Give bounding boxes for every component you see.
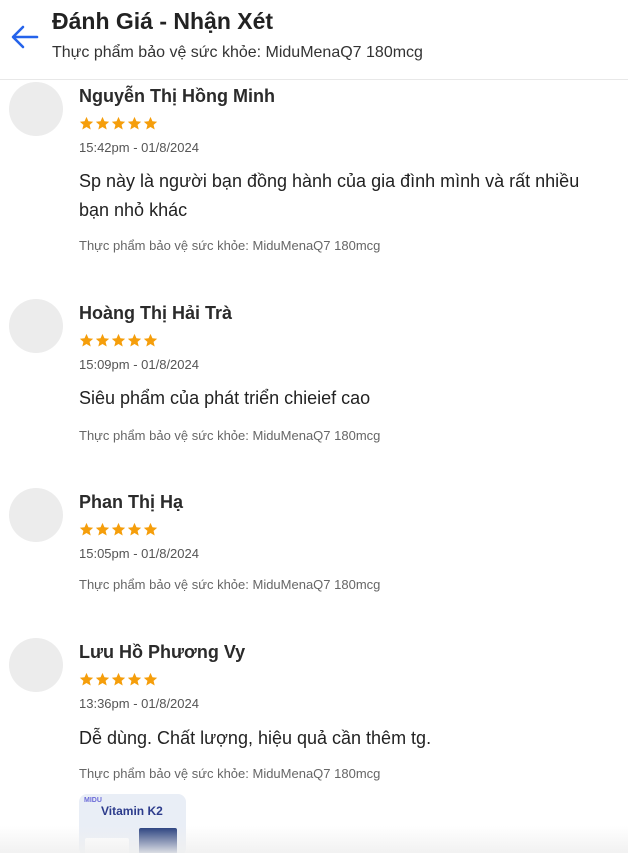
rating-stars xyxy=(79,116,158,134)
review-time: 15:42pm - 01/8/2024 xyxy=(79,140,199,155)
avatar xyxy=(9,299,63,353)
review-comment: Dễ dùng. Chất lượng, hiệu quả cần thêm t… xyxy=(79,728,432,748)
review-product: Thực phẩm bảo vệ sức khỏe: MiduMenaQ7 18… xyxy=(79,428,381,443)
star-icon xyxy=(79,333,94,347)
reviewer-name: Nguyễn Thị Hồng Minh xyxy=(79,86,275,106)
star-icon xyxy=(111,672,126,686)
review-time: 15:09pm - 01/8/2024 xyxy=(79,357,199,372)
star-icon xyxy=(111,333,126,347)
page-header: Đánh Giá - Nhận Xét Thực phẩm bảo vệ sức… xyxy=(0,0,628,80)
avatar xyxy=(9,82,63,136)
star-icon xyxy=(127,116,142,130)
arrow-left-icon xyxy=(11,25,39,49)
star-icon xyxy=(143,333,158,347)
star-icon xyxy=(95,116,110,130)
star-icon xyxy=(143,672,158,686)
star-icon xyxy=(143,116,158,130)
star-icon xyxy=(111,522,126,536)
product-subtitle: Thực phẩm bảo vệ sức khỏe: MiduMenaQ7 18… xyxy=(52,44,423,61)
review-time: 13:36pm - 01/8/2024 xyxy=(79,696,199,711)
star-icon xyxy=(79,116,94,130)
rating-stars xyxy=(79,333,158,351)
star-icon xyxy=(79,672,94,686)
page-title: Đánh Giá - Nhận Xét xyxy=(52,8,274,34)
scroll-fade xyxy=(0,826,628,853)
star-icon xyxy=(143,522,158,536)
rating-stars xyxy=(79,522,158,540)
image-brand: MIDU xyxy=(84,797,102,804)
star-icon xyxy=(111,116,126,130)
reviewer-name: Lưu Hồ Phương Vy xyxy=(79,642,246,662)
star-icon xyxy=(79,522,94,536)
review-comment: Sp này là người bạn đồng hành của gia đì… xyxy=(79,171,580,220)
star-icon xyxy=(95,522,110,536)
review-comment: Siêu phẩm của phát triển chieief cao xyxy=(79,388,371,408)
review-time: 15:05pm - 01/8/2024 xyxy=(79,546,199,561)
avatar xyxy=(9,638,63,692)
review-product: Thực phẩm bảo vệ sức khỏe: MiduMenaQ7 18… xyxy=(79,766,381,781)
back-button[interactable] xyxy=(10,24,40,50)
review-product: Thực phẩm bảo vệ sức khỏe: MiduMenaQ7 18… xyxy=(79,238,381,253)
avatar xyxy=(9,488,63,542)
image-title: Vitamin K2 xyxy=(101,804,163,818)
reviewer-name: Phan Thị Hạ xyxy=(79,492,184,512)
star-icon xyxy=(127,333,142,347)
review-product: Thực phẩm bảo vệ sức khỏe: MiduMenaQ7 18… xyxy=(79,577,381,592)
star-icon xyxy=(95,672,110,686)
star-icon xyxy=(95,333,110,347)
rating-stars xyxy=(79,672,158,690)
star-icon xyxy=(127,522,142,536)
reviewer-name: Hoàng Thị Hải Trà xyxy=(79,303,233,323)
star-icon xyxy=(127,672,142,686)
